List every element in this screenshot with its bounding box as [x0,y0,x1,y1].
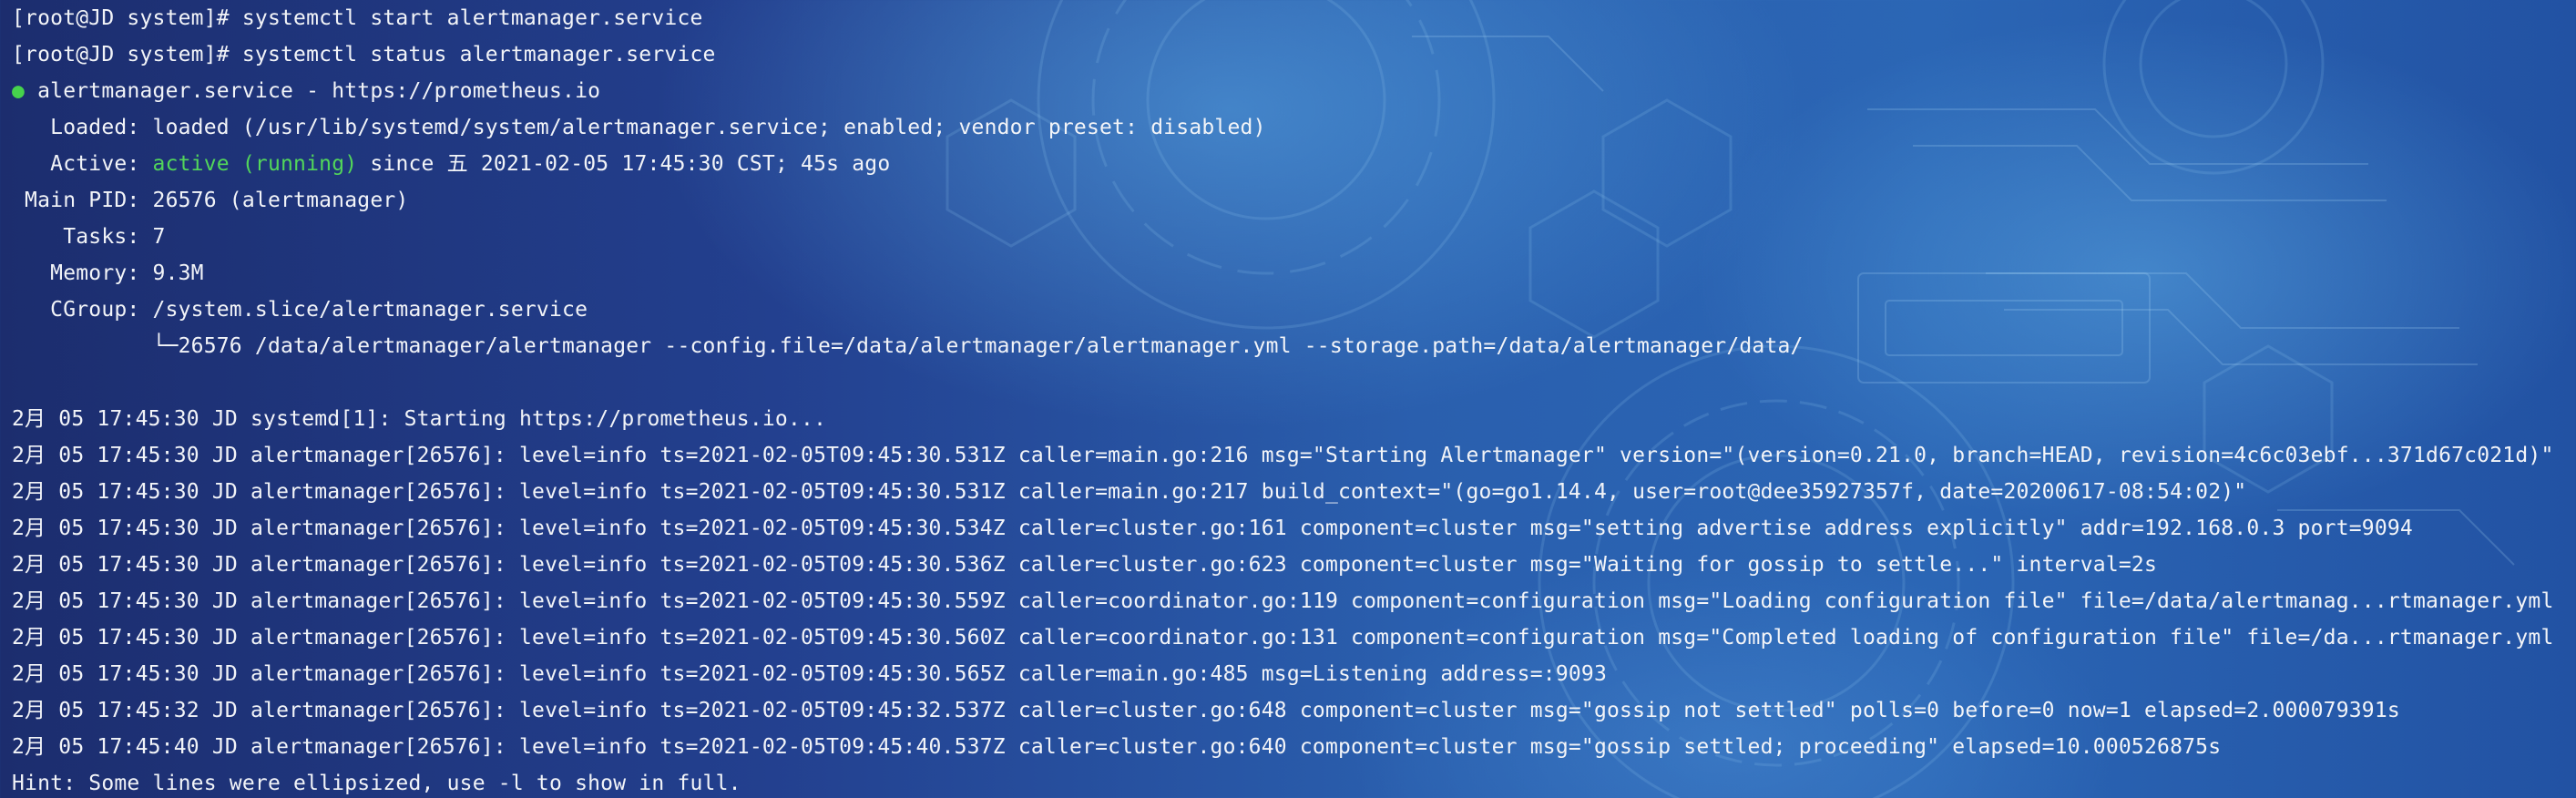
cgroup: CGroup: /system.slice/alertmanager.servi… [12,298,588,322]
active-state: active (running) [152,152,358,176]
active-label: Active: [12,152,153,176]
main-pid: Main PID: 26576 (alertmanager) [12,189,409,212]
memory-usage: Memory: 9.3M [12,261,204,285]
log-line: 2月 05 17:45:30 JD alertmanager[26576]: l… [12,517,2413,540]
log-line: 2月 05 17:45:30 JD alertmanager[26576]: l… [12,589,2554,613]
log-line: 2月 05 17:45:30 JD alertmanager[26576]: l… [12,553,2158,577]
active-status: Active: active (running) since 五 2021-02… [12,146,2576,182]
log-line: 2月 05 17:45:30 JD alertmanager[26576]: l… [12,480,2247,504]
status-bullet-icon: ● [12,79,26,103]
loaded-status: Loaded: loaded (/usr/lib/systemd/system/… [12,116,1266,139]
active-since: since 五 2021-02-05 17:45:30 CST; 45s ago [357,152,891,176]
cgroup-process: └─26576 /data/alertmanager/alertmanager … [12,334,1804,358]
log-line: 2月 05 17:45:30 JD alertmanager[26576]: l… [12,444,2554,467]
log-line: 2月 05 17:45:30 JD alertmanager[26576]: l… [12,626,2554,650]
service-name: alertmanager.service - https://prometheu… [25,79,601,103]
terminal-output[interactable]: [root@JD system]# systemctl start alertm… [12,0,2576,798]
service-status-header: ● alertmanager.service - https://prometh… [12,73,2576,109]
command-line: [root@JD system]# systemctl start alertm… [12,6,703,30]
log-line: 2月 05 17:45:30 JD alertmanager[26576]: l… [12,662,1608,686]
log-line: 2月 05 17:45:32 JD alertmanager[26576]: l… [12,699,2400,722]
tasks-count: Tasks: 7 [12,225,166,249]
log-line: 2月 05 17:45:30 JD systemd[1]: Starting h… [12,407,827,431]
log-line: 2月 05 17:45:40 JD alertmanager[26576]: l… [12,735,2222,759]
hint-message: Hint: Some lines were ellipsized, use -l… [12,772,741,795]
command-line: [root@JD system]# systemctl status alert… [12,43,716,66]
